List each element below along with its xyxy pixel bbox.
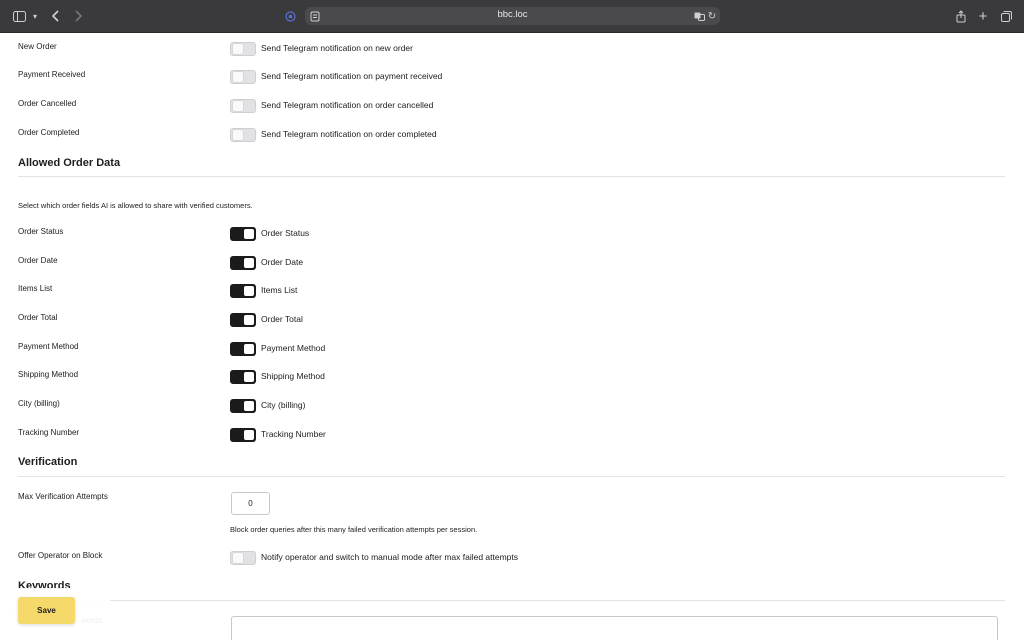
setting-description: Order Status: [261, 228, 310, 238]
section-divider: [18, 600, 1005, 601]
setting-description: Items List: [261, 285, 298, 295]
setting-label: Order Cancelled: [18, 99, 77, 108]
setting-label: Order Date: [18, 256, 58, 265]
payment-received-toggle[interactable]: [230, 70, 256, 84]
setting-row-order-total: Order Total Order Total: [0, 313, 1024, 333]
setting-description: Send Telegram notification on order comp…: [261, 129, 437, 139]
setting-label: Shipping Method: [18, 370, 79, 379]
share-icon[interactable]: [955, 8, 967, 24]
toggle-knob: [233, 72, 243, 82]
allowed-order-data-heading: Allowed Order Data: [18, 157, 121, 169]
setting-description: Tracking Number: [261, 429, 326, 439]
toggle-knob: [233, 44, 243, 54]
shipping-method-toggle[interactable]: [230, 370, 256, 384]
max-attempts-help: Block order queries after this many fail…: [230, 525, 478, 534]
setting-description: Send Telegram notification on order canc…: [261, 100, 434, 110]
settings-page: New Order Send Telegram notification on …: [0, 32, 1024, 640]
section-divider: [18, 176, 1005, 177]
setting-description: Order Date: [261, 257, 304, 267]
city-billing-toggle[interactable]: [230, 399, 256, 413]
new-order-toggle[interactable]: [230, 42, 256, 56]
section-divider: [18, 476, 1005, 477]
toggle-knob: [233, 130, 243, 140]
setting-description: Send Telegram notification on new order: [261, 43, 413, 53]
toggle-knob: [244, 401, 254, 411]
setting-row-payment-method: Payment Method Payment Method: [0, 342, 1024, 362]
url-text: bbc.loc: [497, 9, 528, 20]
setting-description: Shipping Method: [261, 371, 325, 381]
toggle-knob: [233, 101, 243, 111]
offer-operator-toggle[interactable]: [230, 551, 256, 565]
setting-description: Order Total: [261, 314, 303, 324]
order-status-toggle[interactable]: [230, 227, 256, 241]
setting-label: Order Total: [18, 313, 58, 322]
setting-row-offer-operator: Offer Operator on Block Notify operator …: [0, 551, 1024, 571]
setting-row-order-date: Order Date Order Date: [0, 256, 1024, 276]
setting-label: Tracking Number: [18, 428, 80, 437]
browser-toolbar: ▾ bbc.loc ↻ +: [0, 0, 1024, 33]
keywords-textarea[interactable]: [231, 616, 998, 640]
setting-row-city-billing: City (billing) City (billing): [0, 399, 1024, 419]
setting-row-new-order: New Order Send Telegram notification on …: [0, 42, 1024, 62]
setting-row-order-status: Order Status Order Status: [0, 227, 1024, 247]
max-attempts-input[interactable]: [231, 492, 270, 515]
setting-row-max-verification-attempts: Max Verification Attempts: [0, 492, 1024, 512]
privacy-shield-icon[interactable]: [284, 8, 296, 24]
new-tab-icon[interactable]: +: [977, 8, 989, 25]
setting-row-order-completed: Order Completed Send Telegram notificati…: [0, 128, 1024, 148]
toggle-knob: [244, 258, 254, 268]
order-completed-toggle[interactable]: [230, 128, 256, 142]
setting-row-shipping-method: Shipping Method Shipping Method: [0, 370, 1024, 390]
setting-label: Order Status: [18, 227, 64, 236]
setting-description: City (billing): [261, 400, 306, 410]
toggle-knob: [244, 372, 254, 382]
toggle-knob: [233, 553, 243, 563]
setting-row-tracking-number: Tracking Number Tracking Number: [0, 428, 1024, 448]
toggle-knob: [244, 315, 254, 325]
toggle-knob: [244, 229, 254, 239]
toggle-knob: [244, 344, 254, 354]
payment-method-toggle[interactable]: [230, 342, 256, 356]
setting-row-items-list: Items List Items List: [0, 284, 1024, 304]
forward-icon[interactable]: [72, 8, 84, 24]
items-list-toggle[interactable]: [230, 284, 256, 298]
reload-icon[interactable]: ↻: [706, 8, 718, 24]
setting-label: City (billing): [18, 399, 60, 408]
save-button[interactable]: Save: [18, 597, 75, 624]
setting-description: Payment Method: [261, 343, 326, 353]
address-bar[interactable]: bbc.loc ↻: [305, 7, 720, 25]
order-cancelled-toggle[interactable]: [230, 99, 256, 113]
tab-overview-icon[interactable]: [1000, 8, 1012, 24]
allowed-order-data-help: Select which order fields AI is allowed …: [18, 201, 253, 210]
order-date-toggle[interactable]: [230, 256, 256, 270]
setting-row-payment-received: Payment Received Send Telegram notificat…: [0, 70, 1024, 90]
toggle-knob: [244, 430, 254, 440]
setting-label: Items List: [18, 284, 53, 293]
verification-heading: Verification: [18, 456, 78, 468]
chevron-down-icon[interactable]: ▾: [30, 8, 40, 24]
setting-label: Payment Received: [18, 70, 86, 79]
setting-label: Payment Method: [18, 342, 79, 351]
order-total-toggle[interactable]: [230, 313, 256, 327]
setting-row-order-cancelled: Order Cancelled Send Telegram notificati…: [0, 99, 1024, 119]
setting-label: Max Verification Attempts: [18, 492, 108, 501]
setting-label: New Order: [18, 42, 57, 51]
back-icon[interactable]: [50, 8, 62, 24]
setting-label: Order Completed: [18, 128, 80, 137]
setting-description: Send Telegram notification on payment re…: [261, 71, 443, 81]
tracking-number-toggle[interactable]: [230, 428, 256, 442]
toggle-knob: [244, 286, 254, 296]
translate-icon[interactable]: [693, 8, 705, 24]
setting-label: Offer Operator on Block: [18, 551, 103, 560]
setting-description: Notify operator and switch to manual mod…: [261, 552, 519, 562]
sidebar-icon[interactable]: [12, 8, 26, 24]
